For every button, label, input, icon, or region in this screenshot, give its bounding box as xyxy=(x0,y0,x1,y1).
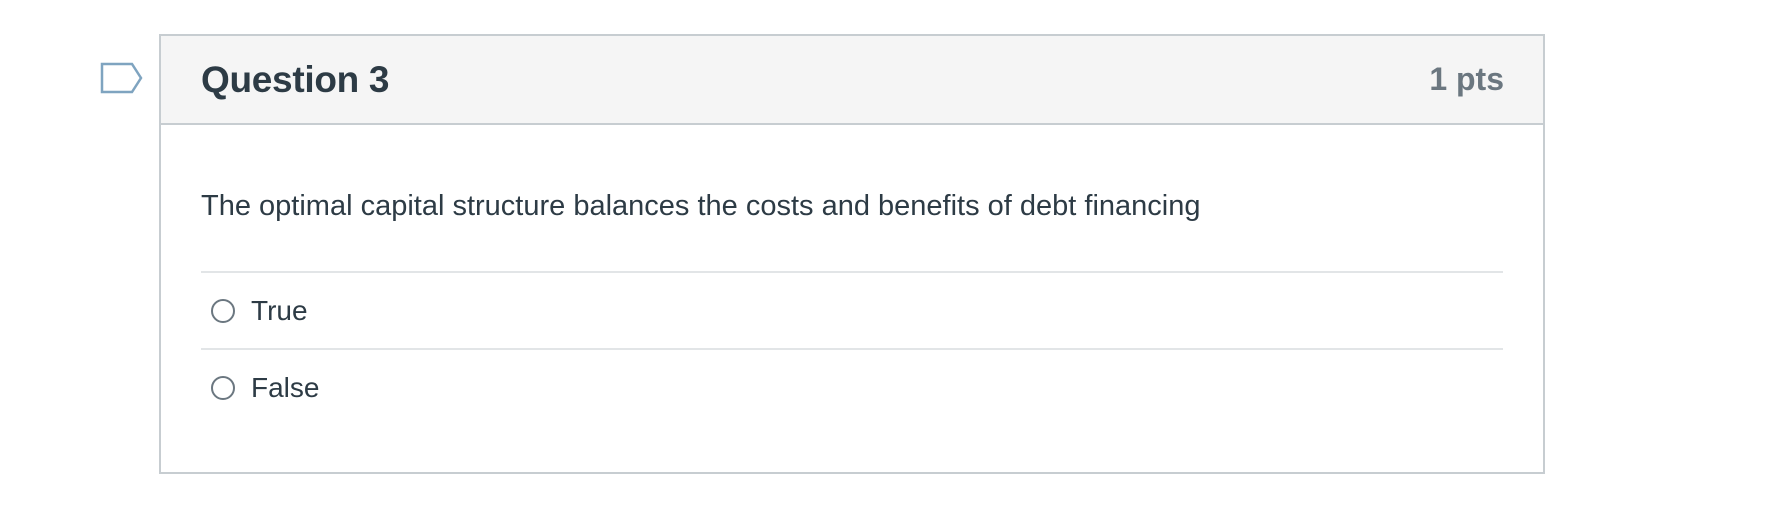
answer-label: False xyxy=(251,371,320,403)
answer-option-true[interactable]: True xyxy=(201,273,1503,350)
flag-question-icon[interactable] xyxy=(100,62,144,96)
question-card: Question 3 1 pts The optimal capital str… xyxy=(159,34,1545,474)
question-points: 1 pts xyxy=(1429,61,1504,97)
quiz-page: Question 3 1 pts The optimal capital str… xyxy=(0,0,1768,516)
question-body: The optimal capital structure balances t… xyxy=(161,125,1543,425)
radio-button[interactable] xyxy=(211,375,235,400)
answer-option-false[interactable]: False xyxy=(201,350,1503,425)
radio-button[interactable] xyxy=(211,298,235,323)
answer-label: True xyxy=(251,294,308,326)
question-text: The optimal capital structure balances t… xyxy=(201,125,1503,273)
question-title: Question 3 xyxy=(201,58,390,100)
question-header: Question 3 1 pts xyxy=(161,36,1543,125)
